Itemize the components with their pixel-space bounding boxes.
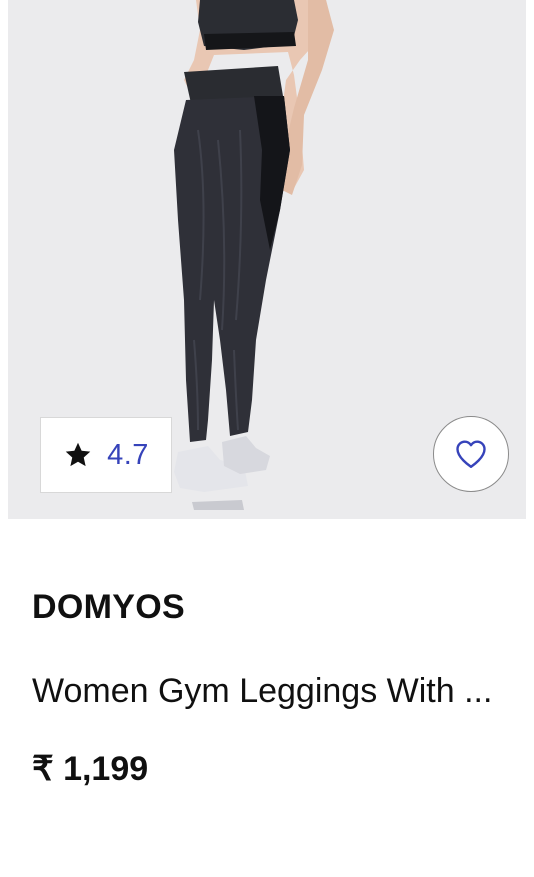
heart-icon [456,440,486,468]
product-price: ₹ 1,199 [32,750,149,788]
brand-name: DOMYOS [32,588,185,626]
rating-badge: 4.7 [40,417,172,493]
product-card[interactable]: 4.7 DOMYOS Women Gym Leggings With ... ₹… [0,0,534,877]
rating-value: 4.7 [107,438,149,471]
product-image[interactable]: 4.7 [8,0,526,519]
product-title[interactable]: Women Gym Leggings With ... [32,672,502,711]
wishlist-button[interactable] [433,416,509,492]
star-icon [65,442,91,467]
